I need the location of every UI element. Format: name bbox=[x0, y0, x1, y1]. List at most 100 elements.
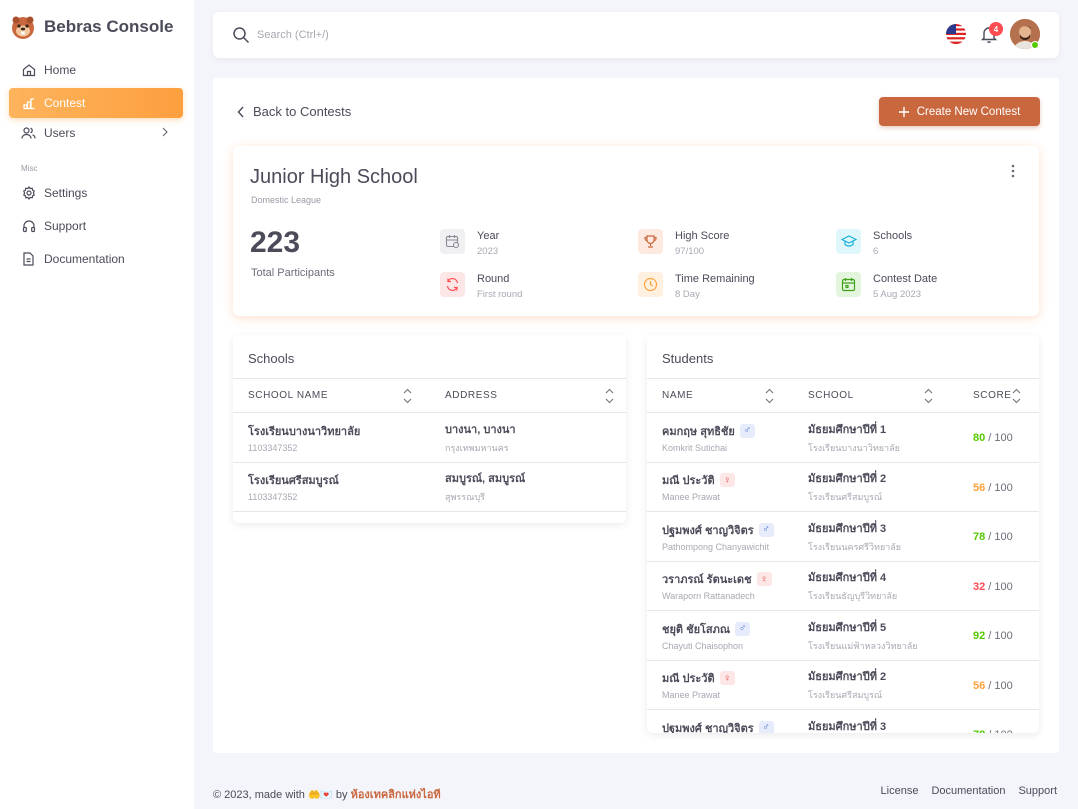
student-school: โรงเรียนศรีสมบูรณ์ bbox=[808, 690, 883, 701]
students-card-title: Students bbox=[662, 351, 714, 366]
sidebar-item-users[interactable]: Users bbox=[9, 118, 183, 148]
back-to-contests-link[interactable]: Back to Contests bbox=[237, 104, 351, 119]
footer-link-support[interactable]: Support bbox=[1018, 785, 1057, 797]
trophy-icon bbox=[638, 229, 663, 254]
student-level: มัธยมศึกษาปีที่ 2 bbox=[808, 473, 887, 486]
sort-icon[interactable] bbox=[765, 388, 774, 404]
student-score: 56 bbox=[973, 481, 986, 494]
student-name-cell: ปฐมพงศ์ ชาญวิจิตร ♂ Pathompong Chanyawichi… bbox=[647, 511, 793, 562]
table-row[interactable]: ปฐมพงศ์ ชาญวิจิตร♂Pathompong Chanyawichi… bbox=[647, 511, 1039, 562]
notification-badge: 4 bbox=[989, 22, 1003, 36]
contest-summary-card: Junior High School Domestic League 223 T… bbox=[233, 146, 1039, 316]
school-name-cell: โรงเรียนศรีสมบูรณ์ 1103347352 bbox=[233, 462, 430, 512]
column-header-school[interactable]: SCHOOL bbox=[793, 378, 958, 413]
column-header-score[interactable]: SCORE bbox=[958, 378, 1039, 413]
hand-heart-icon: 🤲💌 bbox=[307, 790, 333, 801]
column-header-name[interactable]: NAME bbox=[647, 378, 793, 413]
school-name: โรงเรียนบางนาวิทยาลัย bbox=[248, 425, 361, 438]
table-row[interactable]: มณี ประวัติ ♀ Manee Prawat มัธยมศึกษาปีที่ … bbox=[647, 660, 1039, 710]
student-school: โรงเรียนนครศรีวิทยาลัย bbox=[808, 541, 902, 552]
student-name: มณี ประวัติ bbox=[662, 673, 715, 686]
create-contest-button[interactable]: Create New Contest bbox=[879, 97, 1040, 126]
student-score: 92 bbox=[973, 630, 986, 643]
footer-org-link[interactable]: ห้องเทคลิกแห่งไอที bbox=[351, 789, 441, 801]
female-icon: ♀ bbox=[719, 473, 735, 488]
sidebar-item-documentation[interactable]: Documentation bbox=[9, 244, 183, 274]
stat-value: 2023 bbox=[477, 246, 499, 257]
sidebar-item-support[interactable]: Support bbox=[9, 211, 183, 241]
stat-value: First round bbox=[477, 289, 523, 300]
sort-icon[interactable] bbox=[1012, 388, 1021, 404]
student-latin-name: Manee Prawat bbox=[662, 492, 721, 503]
student-level: มัธยมศึกษาปีที่ 5 bbox=[808, 621, 887, 634]
footer-links: License Documentation Support bbox=[881, 785, 1057, 797]
sort-icon[interactable] bbox=[403, 388, 412, 404]
table-row[interactable]: ชยุติ ชัยโสภณ ♂ Chayuti Chaisophon มัธยมศึก… bbox=[647, 610, 1039, 661]
school-address: บางนา, บางนา bbox=[445, 423, 516, 436]
student-name: มณี ประวัติ bbox=[662, 475, 715, 488]
table-row[interactable]: โรงเรียนศรีสมบูรณ์ 1103347352 สมบูรณ์, สมบ… bbox=[233, 462, 626, 512]
stat-value: 5 Aug 2023 bbox=[873, 289, 922, 300]
male-icon: ♂ bbox=[739, 423, 755, 438]
stat-contest-date: Contest Date 5 Aug 2023 bbox=[836, 272, 937, 300]
school-address-cell: บางนา, บางนา กรุงเทพมหานคร bbox=[430, 412, 626, 463]
brand[interactable]: Bebras Console bbox=[10, 14, 173, 40]
brand-title: Bebras Console bbox=[44, 17, 174, 36]
footer-link-documentation[interactable]: Documentation bbox=[931, 785, 1005, 797]
score-total: / 100 bbox=[985, 481, 1013, 494]
sidebar-item-contest[interactable]: Contest bbox=[9, 88, 183, 118]
more-vertical-icon[interactable] bbox=[1011, 164, 1015, 178]
sidebar-item-label: Documentation bbox=[44, 252, 125, 266]
table-row[interactable]: โรงเรียนบางนาวิทยาลัย 1103347352 บางนา, บา… bbox=[233, 412, 626, 463]
school-address-cell: สมบูรณ์, สมบูรณ์ สุพรรณบุรี bbox=[430, 462, 626, 512]
sidebar-item-settings[interactable]: Settings bbox=[9, 178, 183, 208]
male-icon: ♂ bbox=[735, 621, 751, 636]
stat-value: 6 bbox=[873, 246, 879, 257]
student-score-cell: 92 / 100 bbox=[958, 610, 1039, 661]
sidebar-item-label: Home bbox=[44, 63, 77, 77]
clock-icon bbox=[638, 272, 663, 297]
calendar-clock-icon bbox=[440, 229, 465, 254]
footer-link-license[interactable]: License bbox=[881, 785, 919, 797]
column-header-address[interactable]: ADDRESS bbox=[430, 378, 626, 413]
sort-icon[interactable] bbox=[605, 388, 614, 404]
score-total: / 100 bbox=[985, 580, 1013, 593]
sidebar-item-home[interactable]: Home bbox=[9, 55, 183, 85]
column-header-school-name[interactable]: SCHOOL NAME bbox=[233, 378, 430, 413]
table-row[interactable]: คมกฤษ สุทธิชัย ♂ Komkrit Sutichai มัธยมศึกษ… bbox=[647, 412, 1039, 463]
female-icon: ♀ bbox=[756, 572, 772, 587]
search-input[interactable] bbox=[257, 25, 557, 45]
student-level: มัธยมศึกษาปีที่ 1 bbox=[808, 423, 887, 436]
student-score: 56 bbox=[973, 679, 986, 692]
student-level: มัธยมศึกษาปีที่ 4 bbox=[808, 572, 887, 585]
student-school-cell: มัธยมศึกษาปีที่ 2 โรงเรียนศรีสมบูรณ์ bbox=[793, 462, 958, 512]
table-row[interactable]: วราภรณ์ รัตนะเดช ♀ Waraporn Rattanadech มัธ… bbox=[647, 561, 1039, 611]
table-row[interactable]: มณี ประวัติ ♀ Manee Prawat มัธยมศึกษาปีที่ … bbox=[647, 462, 1039, 512]
graduation-cap-icon bbox=[836, 229, 861, 254]
topbar: 4 bbox=[213, 12, 1059, 58]
student-school-cell: มัธยมศึกษาปีที่ 3 โรงเรียนนครศรีวิทยาลัย bbox=[793, 511, 958, 562]
online-status-dot bbox=[1031, 41, 1039, 49]
plus-icon bbox=[898, 106, 909, 117]
sidebar-item-label: Support bbox=[44, 219, 87, 233]
stat-label: Round bbox=[477, 273, 510, 285]
table-row[interactable]: ปฐมพงศ์ ชาญวิจิตร♂Pathompong Chanyawichi… bbox=[647, 709, 1039, 733]
student-name: คมกฤษ สุทธิชัย bbox=[662, 425, 735, 438]
score-total: / 100 bbox=[985, 679, 1013, 692]
chevron-right-icon bbox=[162, 127, 168, 137]
search-icon[interactable] bbox=[232, 26, 250, 44]
chart-steps-icon bbox=[21, 96, 36, 111]
sidebar-item-label: Users bbox=[44, 126, 76, 140]
student-school-cell: มัธยมศึกษาปีที่ 2 โรงเรียนศรีสมบูรณ์ bbox=[793, 660, 958, 710]
student-name-cell: มณี ประวัติ ♀ Manee Prawat bbox=[647, 462, 793, 512]
create-contest-label: Create New Contest bbox=[916, 105, 1021, 118]
main-content: Back to Contests Create New Contest Juni… bbox=[213, 78, 1059, 753]
student-school: โรงเรียนธัญบุรีวิทยาลัย bbox=[808, 591, 898, 602]
stat-time-remaining: Time Remaining 8 Day bbox=[638, 272, 755, 300]
us-flag-icon[interactable] bbox=[946, 24, 966, 44]
student-latin-name: Chayuti Chaisophon bbox=[662, 640, 744, 651]
student-level: มัธยมศึกษาปีที่ 3 bbox=[808, 522, 887, 535]
sort-icon[interactable] bbox=[924, 388, 933, 404]
stat-label: High Score bbox=[675, 230, 730, 242]
student-score-cell: 56 / 100 bbox=[958, 462, 1039, 512]
